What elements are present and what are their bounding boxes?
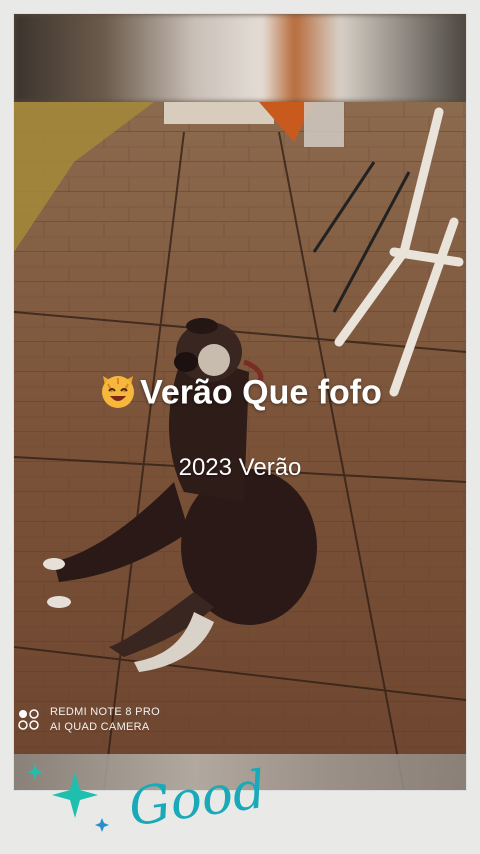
dog-photo <box>14 102 466 790</box>
good-script-text: Good <box>125 760 269 839</box>
caption-subtitle: 2023 Verão <box>178 454 302 481</box>
sparkle-star-icon <box>27 764 109 832</box>
watermark-model: REDMI NOTE 8 PRO <box>50 706 160 718</box>
caption-title-text: Verão Que fofo <box>140 373 382 412</box>
good-script-decoration: Good <box>27 760 270 839</box>
camera-circles-icon <box>18 709 39 730</box>
camera-watermark: REDMI NOTE 8 PRO AI QUAD CAMERA <box>17 705 160 735</box>
blurred-top-strip <box>14 14 466 102</box>
watermark-camera: AI QUAD CAMERA <box>50 721 150 733</box>
caption-title: Verão Que fofo <box>0 370 480 419</box>
cat-face-emoji-icon <box>98 370 138 419</box>
